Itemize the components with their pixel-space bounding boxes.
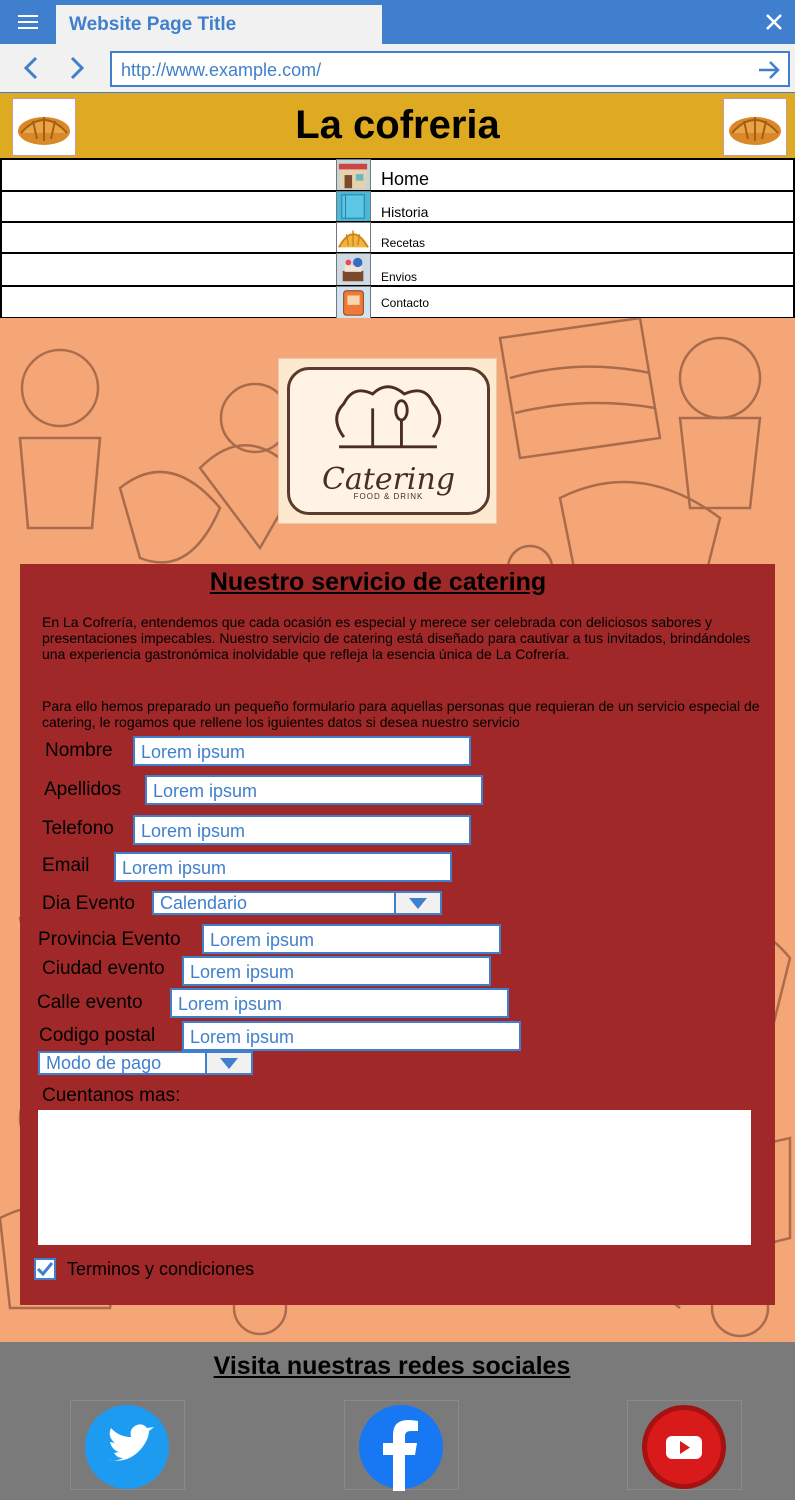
logo-subtext: FOOD & DRINK (353, 492, 424, 501)
book-icon (336, 191, 371, 222)
social-footer: Visita nuestras redes sociales (0, 1342, 795, 1500)
browser-tab[interactable]: Website Page Title (56, 5, 382, 44)
facebook-link[interactable] (344, 1400, 459, 1491)
menu-label-contacto: Contacto (381, 296, 430, 310)
email-label: Email (42, 855, 90, 876)
ciudad-input[interactable]: Lorem ipsum (182, 956, 491, 986)
hero-section: Catering FOOD & DRINK Nuestro servicio d… (0, 318, 795, 1342)
catering-logo-frame: Catering FOOD & DRINK (287, 367, 490, 515)
menu-label-historia: Historia (381, 204, 429, 220)
facebook-icon (359, 1405, 443, 1491)
form-intro-paragraph: Para ello hemos preparado un pequeño for… (42, 698, 760, 730)
codigo-postal-label: Codigo postal (39, 1025, 156, 1046)
provincia-label: Provincia Evento (38, 929, 181, 950)
codigo-postal-input[interactable]: Lorem ipsum (182, 1021, 521, 1051)
menu-item-recetas[interactable]: Recetas (0, 221, 795, 254)
footer-title: Visita nuestras redes sociales (213, 1352, 571, 1380)
site-title: La cofreria (295, 103, 500, 147)
twitter-link[interactable] (70, 1400, 185, 1490)
back-arrow-icon[interactable] (18, 54, 46, 82)
site-header: La cofreria (0, 93, 795, 158)
ciudad-label: Ciudad evento (42, 958, 165, 979)
apellidos-input[interactable]: Lorem ipsum (145, 775, 483, 805)
provincia-input[interactable]: Lorem ipsum (202, 924, 501, 954)
page: Website Page Title http://www.example.co… (0, 0, 795, 1500)
telefono-input[interactable]: Lorem ipsum (133, 815, 471, 845)
dia-evento-select[interactable]: Calendario (152, 891, 442, 915)
url-bar[interactable]: http://www.example.com/ (110, 51, 790, 87)
browser-titlebar: Website Page Title (0, 0, 795, 44)
hamburger-menu-icon[interactable] (10, 8, 46, 36)
checkmark-icon (36, 1262, 54, 1277)
twitter-icon (85, 1405, 169, 1489)
calle-input[interactable]: Lorem ipsum (170, 988, 509, 1018)
terminos-label: Terminos y condiciones (67, 1259, 255, 1279)
intro-paragraph: En La Cofrería, entendemos que cada ocas… (42, 614, 751, 662)
menu-label-envios: Envios (381, 270, 418, 284)
nombre-input[interactable]: Lorem ipsum (133, 736, 471, 766)
url-text: http://www.example.com/ (121, 60, 322, 80)
menu-item-envios[interactable]: Envios (0, 252, 795, 287)
croissant-icon (336, 222, 371, 253)
forward-arrow-icon[interactable] (62, 54, 90, 82)
panel-title: Nuestro servicio de catering (209, 568, 547, 596)
menu-label-recetas: Recetas (381, 236, 426, 250)
chevron-down-icon[interactable] (205, 1053, 251, 1073)
nombre-label: Nombre (45, 740, 113, 761)
catering-form-panel: Nuestro servicio de catering En La Cofre… (20, 564, 775, 1305)
menu-item-home[interactable]: Home (0, 158, 795, 193)
telefono-label: Telefono (42, 818, 114, 839)
cuentanos-mas-label: Cuentanos mas: (42, 1085, 181, 1106)
youtube-link[interactable] (627, 1400, 742, 1490)
croissant-logo-right-icon (723, 98, 787, 156)
modo-pago-select[interactable]: Modo de pago (38, 1051, 253, 1075)
dia-evento-label: Dia Evento (42, 893, 135, 914)
email-input[interactable]: Lorem ipsum (114, 852, 452, 882)
modo-pago-select-value: Modo de pago (46, 1053, 162, 1073)
go-arrow-icon[interactable] (756, 57, 782, 83)
shop-icon (336, 159, 371, 193)
apellidos-label: Apellidos (44, 779, 122, 800)
dia-evento-select-value: Calendario (160, 893, 248, 913)
calle-label: Calle evento (37, 992, 143, 1013)
menu-label-home: Home (381, 169, 430, 189)
catering-logo: Catering FOOD & DRINK (278, 358, 497, 524)
terminos-checkbox[interactable] (34, 1258, 56, 1280)
browser-navbar: http://www.example.com/ (0, 44, 795, 93)
youtube-icon (642, 1405, 726, 1489)
tab-title: Website Page Title (69, 14, 237, 35)
delivery-icon (336, 253, 371, 286)
cuentanos-mas-textarea[interactable] (38, 1110, 751, 1245)
menu-item-historia[interactable]: Historia (0, 190, 795, 223)
close-icon[interactable] (761, 9, 787, 35)
menu-item-contacto[interactable]: Contacto (0, 285, 795, 319)
chevron-down-icon[interactable] (394, 893, 440, 913)
phone-icon (336, 286, 371, 319)
